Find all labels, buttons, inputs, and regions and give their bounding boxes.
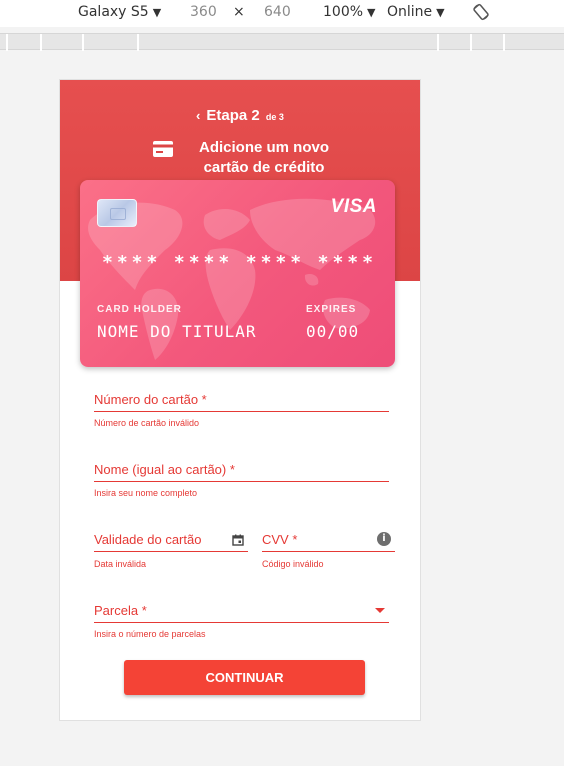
step-label: Etapa 2 — [206, 107, 260, 124]
dropdown-arrow-icon — [375, 608, 385, 613]
network-value: Online — [387, 4, 433, 20]
height-input[interactable]: 640 — [264, 4, 291, 20]
card-number-field[interactable]: Número do cartão * — [94, 382, 389, 412]
installments-error: Insira o número de parcelas — [94, 629, 206, 639]
expiry-placeholder: Validade do cartão — [94, 532, 202, 547]
cvv-placeholder: CVV * — [262, 532, 298, 547]
credit-card-icon — [153, 141, 173, 157]
name-placeholder: Nome (igual ao cartão) * — [94, 462, 235, 477]
card-number-placeholder: Número do cartão * — [94, 392, 207, 407]
zoom-value: 100% — [323, 4, 364, 20]
card-number-display: **** **** **** **** — [102, 252, 377, 273]
devtools-toolbar: Galaxy S5 ▼ 360 × 640 100% ▼ Online ▼ — [0, 0, 564, 27]
title-line-1: Adicione um novo — [198, 139, 329, 156]
card-number-group: **** — [102, 252, 162, 273]
step-total: de 3 — [265, 112, 284, 122]
zoom-select[interactable]: 100% ▼ — [323, 4, 376, 20]
step-indicator: ‹ Etapa 2 de 3 — [60, 107, 420, 124]
expiry-error: Data inválida — [94, 559, 147, 569]
card-chip-icon — [97, 199, 137, 227]
installments-select[interactable]: Parcela * — [94, 593, 389, 623]
card-number-group: **** — [173, 252, 234, 273]
network-select[interactable]: Online ▼ — [387, 4, 445, 20]
name-error: Insira seu nome completo — [94, 488, 198, 498]
device-viewport: ‹ Etapa 2 de 3 Adicione um novo cartão de… — [59, 79, 421, 721]
card-holder-label: CARD HOLDER — [97, 304, 182, 315]
continue-button[interactable]: CONTINUAR — [124, 660, 365, 695]
network-caret-icon: ▼ — [436, 6, 445, 19]
media-query-ruler[interactable] — [0, 33, 564, 51]
device-select[interactable]: Galaxy S5 ▼ — [78, 4, 161, 20]
card-number-group: **** — [317, 252, 377, 273]
card-expires-value: 00/00 — [306, 322, 360, 341]
cvv-error: Código inválido — [262, 559, 324, 569]
info-icon[interactable]: i — [377, 532, 391, 546]
zoom-caret-icon: ▼ — [367, 6, 376, 19]
card-holder-value: NOME DO TITULAR — [97, 322, 257, 341]
device-caret-icon: ▼ — [152, 6, 162, 19]
back-icon[interactable]: ‹ — [196, 108, 200, 123]
title-line-2: cartão de crédito — [203, 159, 325, 176]
cvv-field[interactable]: CVV * i — [262, 522, 395, 552]
width-input[interactable]: 360 — [190, 4, 217, 20]
rotate-icon[interactable] — [472, 3, 490, 21]
card-brand-logo: VISA — [330, 196, 377, 217]
card-expires-label: EXPIRES — [306, 304, 357, 315]
name-field[interactable]: Nome (igual ao cartão) * — [94, 452, 389, 482]
card-number-group: **** — [245, 252, 306, 273]
installments-placeholder: Parcela * — [94, 603, 147, 618]
device-name: Galaxy S5 — [78, 4, 149, 20]
calendar-icon[interactable] — [232, 534, 244, 546]
expiry-field[interactable]: Validade do cartão — [94, 522, 248, 552]
credit-card-preview: VISA **** **** **** **** CARD HOLDER NOM… — [80, 180, 395, 367]
card-number-error: Número de cartão inválido — [94, 418, 200, 428]
dimension-separator: × — [233, 4, 245, 20]
